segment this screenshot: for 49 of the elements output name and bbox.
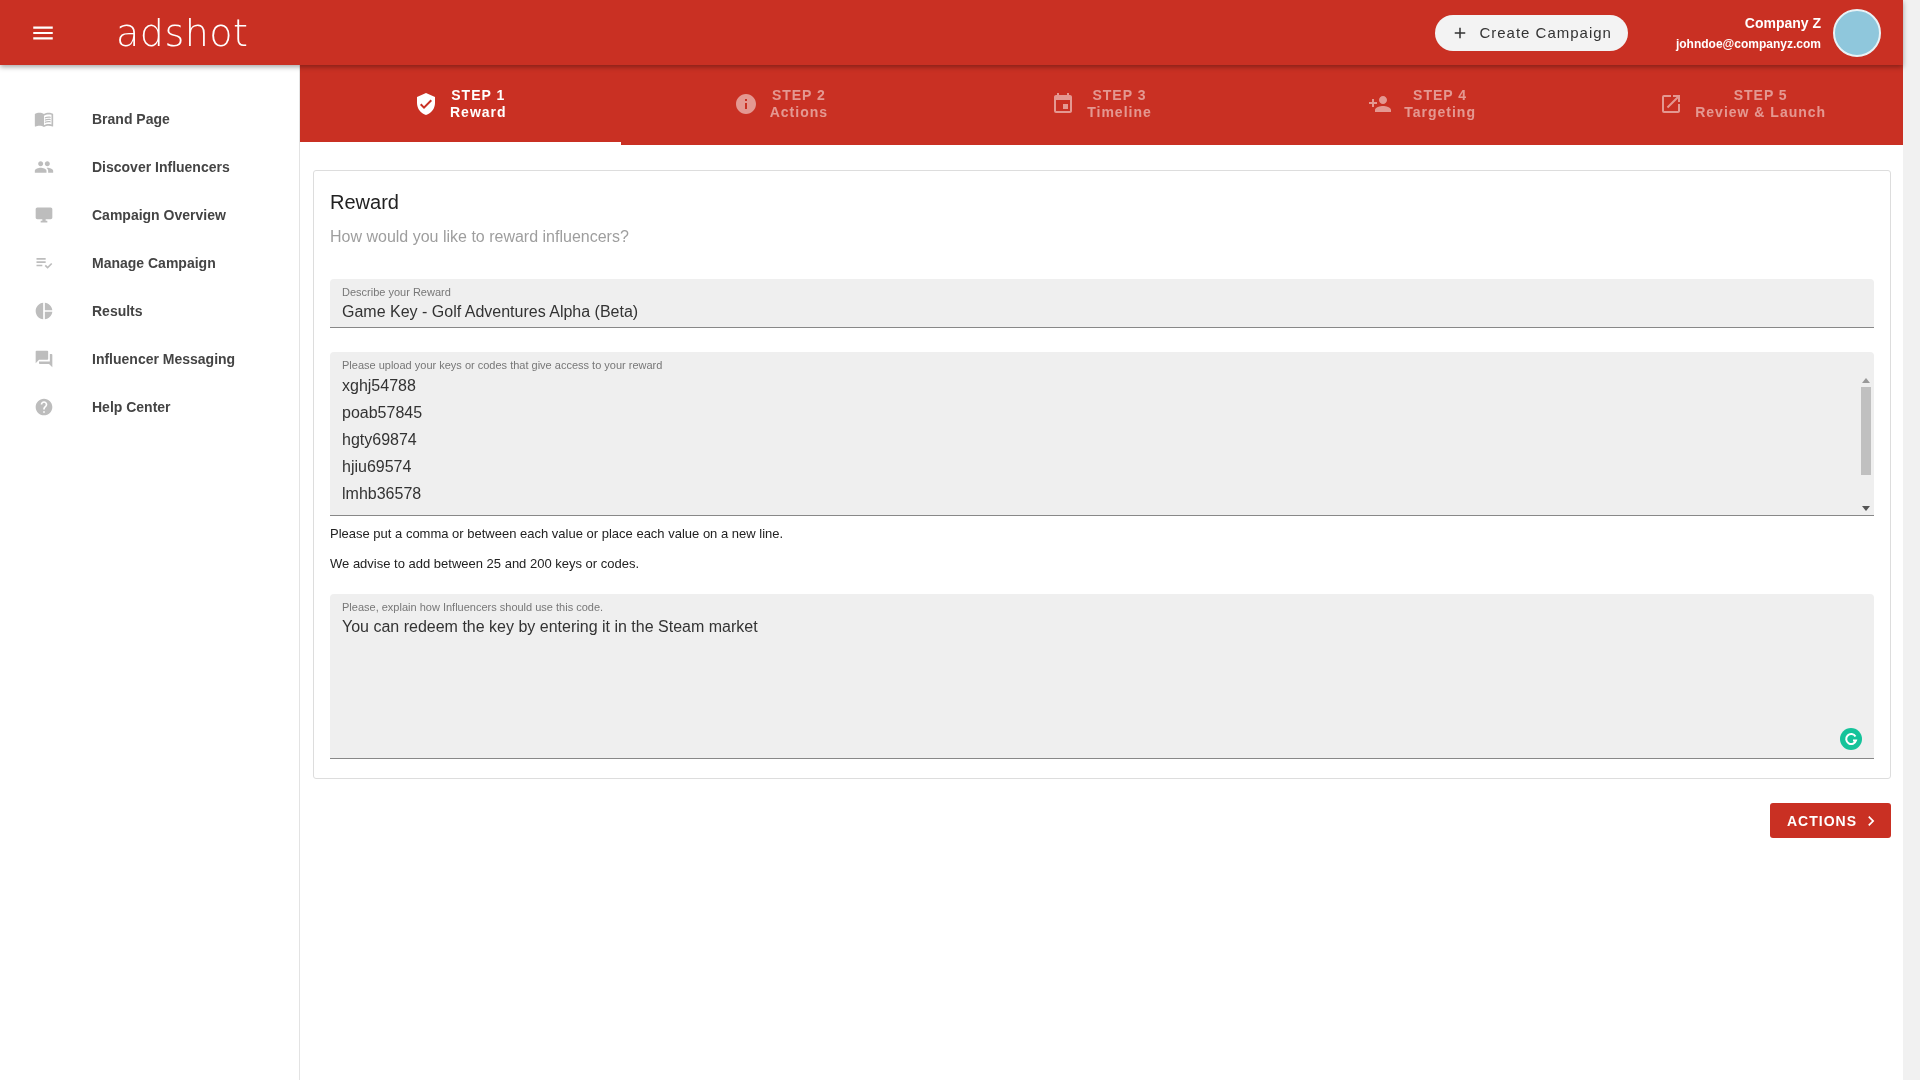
helper-text: We advise to add between 25 and 200 keys or codes. [330,556,641,571]
actions-button[interactable]: ACTIONS [1770,803,1891,838]
key-value: lmhb36578 [342,485,423,503]
avatar[interactable] [1833,8,1881,57]
help-icon [34,397,54,417]
sidebar-item[interactable]: Influencer Messaging [0,335,299,383]
company-name: Company Z [1744,14,1821,31]
scroll-down-arrow-icon[interactable] [1862,506,1870,511]
sidebar-item[interactable]: Manage Campaign [0,239,299,287]
sidebar-item[interactable]: Help Center [0,383,299,431]
chat-bubbles-icon [34,349,54,369]
logo: adshot [116,10,249,55]
create-campaign-button[interactable]: Create Campaign [1435,14,1628,51]
sidebar-item-label: Influencer Messaging [92,351,236,367]
sidebar-item-label: Results [92,303,143,319]
field-value: You can redeem the key by entering it in the Steam market [342,618,759,636]
monitor-icon [34,205,54,225]
sidebar-item[interactable]: Campaign Overview [0,191,299,239]
sidebar-item[interactable]: Brand Page [0,95,299,143]
shield-check-icon [414,91,438,116]
keys-field[interactable]: Please upload your keys or codes that give access to your reward xghj54788 poab57845 hgty69874 hjiu69574 lmhb36578 [330,352,1874,516]
sidebar-item-label: Discover Influencers [92,159,230,175]
sidebar-item-label: Manage Campaign [92,255,216,271]
pie-chart-icon [34,301,54,321]
key-value: xghj54788 [342,377,417,395]
sidebar-item-label: Campaign Overview [92,207,226,223]
sidebar-item-label: Brand Page [92,111,170,127]
scroll-up-arrow-icon[interactable] [1862,378,1870,383]
key-value: poab57845 [342,404,424,422]
sidebar-item[interactable]: Results [0,287,299,335]
field-label: Describe your Reward [342,286,452,298]
info-icon [733,91,758,116]
reward-field[interactable]: Describe your Reward Game Key - Golf Adventures Alpha (Beta) [330,279,1874,328]
sidebar-item-label: Help Center [92,399,171,415]
helper-text: Please put a comma or between each value or place each value on a new line. [330,526,785,541]
step-tab[interactable]: STEP 1 Reward [300,65,621,145]
usage-field[interactable]: Please, explain how Influencers should use this code. You can redeem the key by entering it in the Steam market [330,594,1874,759]
g-circle-icon[interactable] [1840,728,1862,750]
field-value: Game Key - Golf Adventures Alpha (Beta) [342,303,640,321]
card-title: Reward [330,191,400,214]
key-value: hgty69874 [342,431,418,449]
field-label: Please, explain how Influencers should use this code. [342,601,605,613]
key-value: hjiu69574 [342,458,413,476]
sidebar-item[interactable]: Discover Influencers [0,143,299,191]
card-subtitle: How would you like to reward influencers? [330,228,630,246]
user-email: johndoe@companyz.com [1675,36,1821,51]
scrollbar[interactable] [1860,378,1872,511]
field-label: Please upload your keys or codes that give access to your reward [342,359,664,371]
page-scrollbar[interactable] [1903,0,1920,1080]
